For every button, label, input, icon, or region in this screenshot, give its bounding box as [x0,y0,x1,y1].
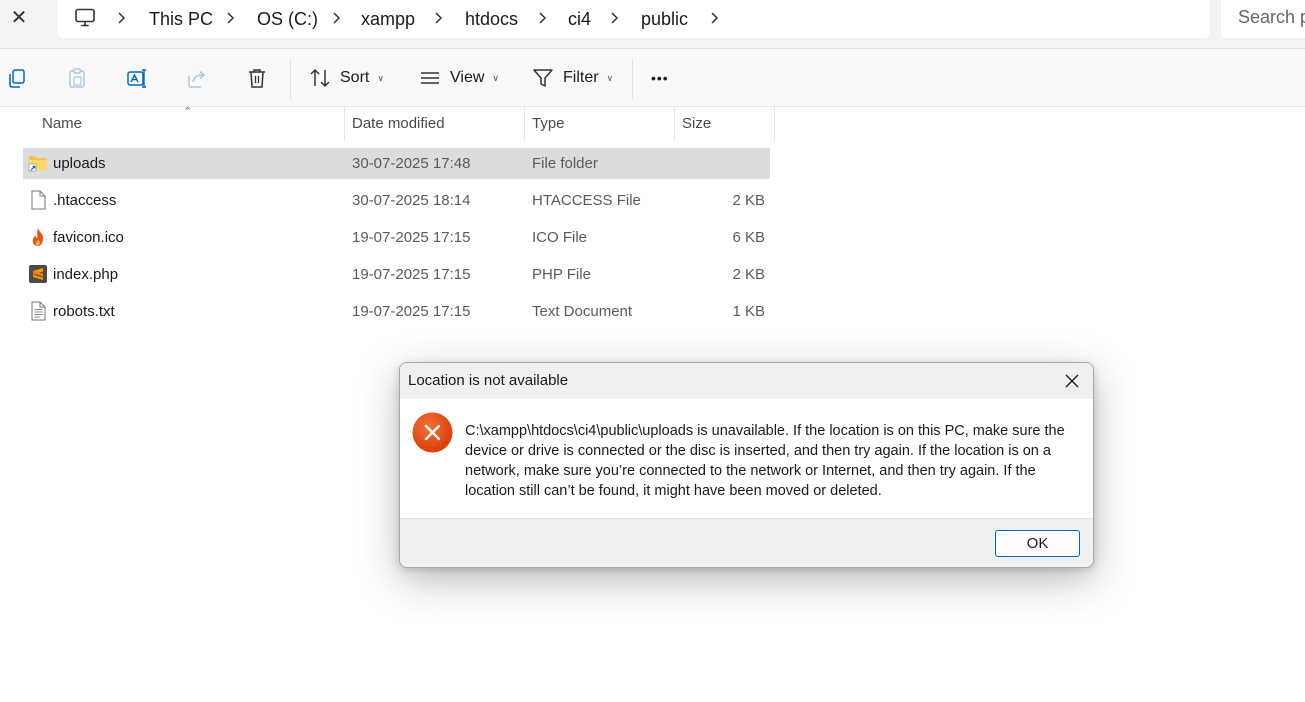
filter-label: Filter [563,69,599,86]
breadcrumb-item-htdocs[interactable]: htdocs [465,7,518,31]
chevron-right-icon[interactable] [434,8,444,28]
file-row-uploads[interactable]: uploads 30-07-2025 17:48 File folder [23,148,770,179]
close-icon[interactable]: ✕ [8,6,30,30]
file-date: 30-07-2025 18:14 [352,192,471,209]
file-type: Text Document [532,303,633,320]
column-header-type[interactable]: Type [525,107,675,141]
folder-shortcut-icon [28,156,47,172]
error-icon [412,412,453,453]
chevron-right-icon[interactable] [332,8,342,28]
file-name: index.php [53,266,119,283]
file-name: robots.txt [53,303,115,320]
file-size: 1 KB [732,303,765,320]
chevron-right-icon[interactable] [226,8,236,28]
filter-button[interactable]: Filter ∨ [532,61,613,95]
column-header-row: Name ⌃ Date modified Type Size [0,106,775,141]
flame-icon [32,228,44,246]
file-name: uploads [53,155,106,172]
file-type: HTACCESS File [532,192,641,209]
command-bar: Sort ∨ View ∨ Filter ∨ ••• [0,49,1305,107]
file-date: 19-07-2025 17:15 [352,266,471,283]
file-name: .htaccess [53,192,117,209]
copy-icon[interactable] [6,67,28,89]
sort-label: Sort [340,69,370,86]
toolbar-divider [632,59,633,99]
blank-file-icon [31,190,46,210]
sublime-file-icon [29,265,47,283]
column-header-size[interactable]: Size [675,107,775,141]
dialog-title-bar: Location is not available [400,363,1093,399]
file-row-robots-txt[interactable]: robots.txt 19-07-2025 17:15 Text Documen… [23,296,770,327]
chevron-right-icon[interactable] [610,8,620,28]
file-type: File folder [532,155,598,172]
ok-button[interactable]: OK [995,530,1080,557]
file-type: ICO File [532,229,588,246]
error-dialog: Location is not available C:\xampp\htdoc… [399,362,1094,568]
column-header-date-label: Date modified [352,115,445,132]
sort-icon [310,68,330,88]
breadcrumb-item-this-pc[interactable]: This PC [149,7,213,31]
column-header-type-label: Type [532,115,565,132]
file-row-favicon[interactable]: favicon.ico 19-07-2025 17:15 ICO File 6 … [23,222,770,253]
chevron-down-icon: ∨ [377,72,384,83]
dialog-message: C:\xampp\htdocs\ci4\public\uploads is un… [465,423,1065,499]
computer-icon[interactable] [74,8,96,28]
file-name: favicon.ico [53,229,124,246]
dialog-close-icon[interactable] [1062,371,1082,391]
breadcrumb[interactable]: This PC OS (C:) xampp htdocs ci4 public [57,0,1210,38]
file-row-htaccess[interactable]: .htaccess 30-07-2025 18:14 HTACCESS File… [23,185,770,216]
delete-icon[interactable] [246,67,268,89]
view-label: View [450,69,485,86]
file-date: 30-07-2025 17:48 [352,155,471,172]
chevron-down-icon: ∨ [492,72,499,83]
search-input[interactable]: Search p [1221,0,1305,38]
search-placeholder: Search p [1238,7,1305,27]
address-bar-region: ✕ This PC OS (C:) xampp htdocs ci4 publi… [0,0,1305,49]
file-date: 19-07-2025 17:15 [352,303,471,320]
breadcrumb-item-os-c[interactable]: OS (C:) [257,7,318,31]
dialog-title: Location is not available [408,372,569,389]
file-size: 2 KB [732,266,765,283]
chevron-right-icon[interactable] [538,8,548,28]
column-header-name-label: Name [42,115,83,132]
breadcrumb-item-xampp[interactable]: xampp [361,7,415,31]
column-header-size-label: Size [682,115,712,132]
more-icon: ••• [651,70,669,86]
text-file-icon [31,301,46,321]
toolbar-divider [290,59,291,99]
chevron-right-icon[interactable] [710,8,720,28]
more-options-button[interactable]: ••• [651,61,669,95]
file-row-index-php[interactable]: index.php 19-07-2025 17:15 PHP File 2 KB [23,259,770,290]
file-size: 2 KB [732,192,765,209]
chevron-down-icon: ∨ [606,72,614,83]
view-list-icon [421,72,439,84]
filter-icon [533,69,553,87]
column-header-date[interactable]: Date modified [345,107,525,141]
file-size: 6 KB [732,229,765,246]
chevron-right-icon[interactable] [117,8,127,28]
breadcrumb-item-ci4[interactable]: ci4 [568,7,591,31]
file-type: PHP File [532,266,591,283]
view-button[interactable]: View ∨ [419,61,499,95]
rename-icon[interactable] [126,67,148,89]
dialog-body: C:\xampp\htdocs\ci4\public\uploads is un… [400,399,1093,518]
paste-icon[interactable] [66,67,88,89]
share-icon[interactable] [186,67,208,89]
breadcrumb-item-public[interactable]: public [641,7,688,31]
sort-button[interactable]: Sort ∨ [309,61,384,95]
sort-ascending-icon: ⌃ [183,106,193,118]
dialog-footer: OK [400,518,1093,567]
file-date: 19-07-2025 17:15 [352,229,471,246]
